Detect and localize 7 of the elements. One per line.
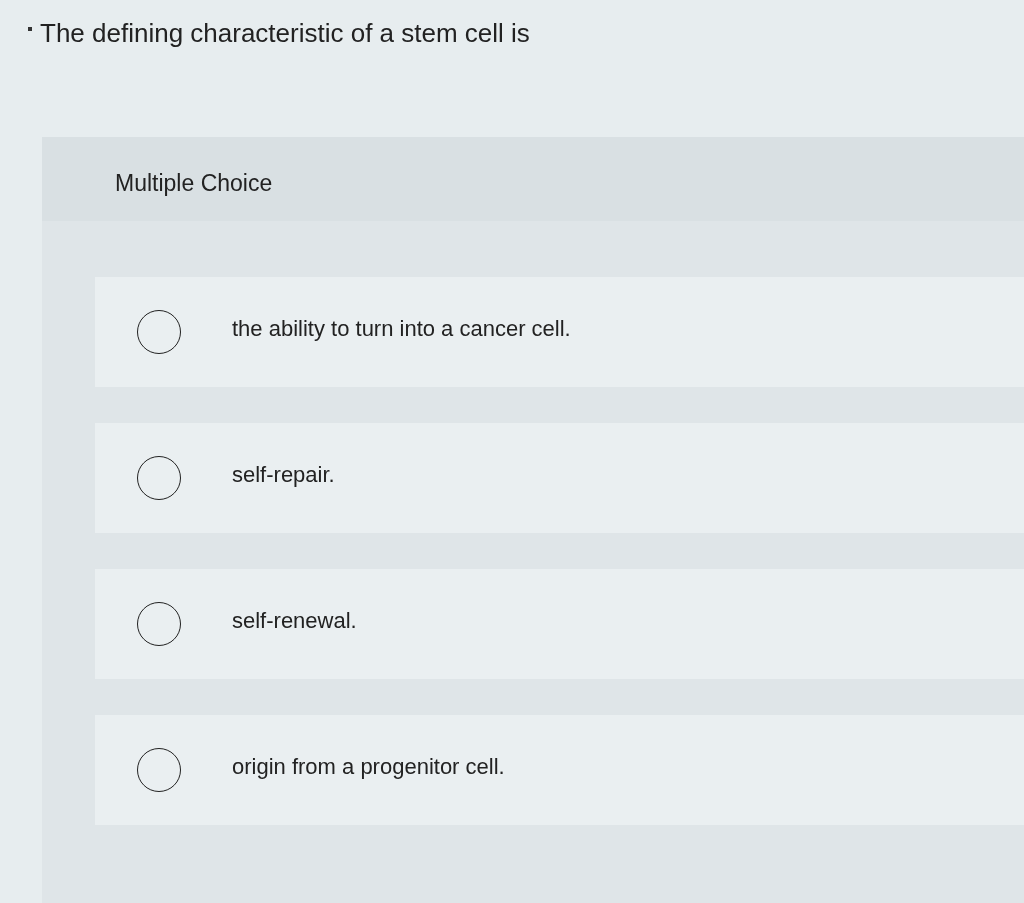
option-text: origin from a progenitor cell.	[232, 754, 505, 780]
bullet-icon	[28, 27, 32, 31]
option-text: self-renewal.	[232, 608, 357, 634]
option-text: the ability to turn into a cancer cell.	[232, 316, 571, 342]
question-type-label: Multiple Choice	[115, 169, 273, 197]
option-text: self-repair.	[232, 462, 335, 488]
question-text: The defining characteristic of a stem cell is	[40, 17, 530, 49]
